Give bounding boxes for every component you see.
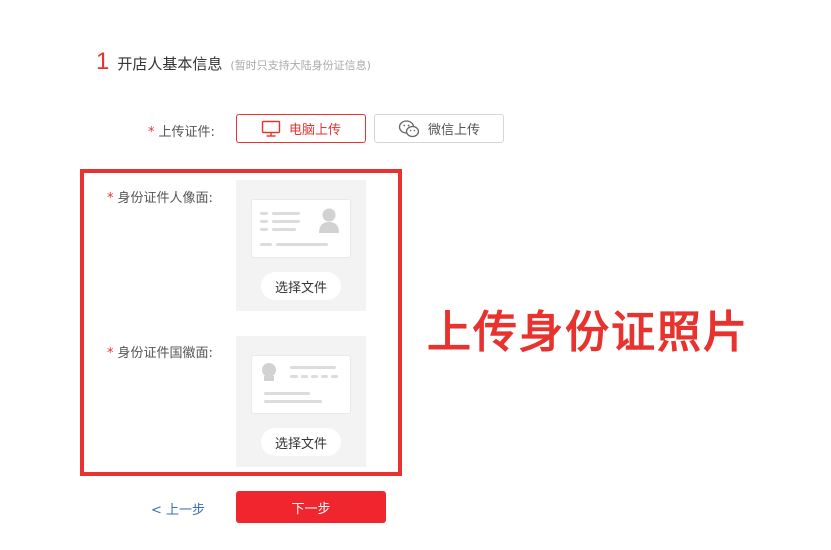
id-card-back-icon — [251, 355, 351, 414]
id-back-label-text: 身份证件国徽面: — [117, 346, 213, 361]
id-back-label: * 身份证件国徽面: — [107, 342, 213, 361]
pc-upload-button[interactable]: 电脑上传 — [236, 114, 366, 143]
pc-upload-label: 电脑上传 — [288, 123, 341, 138]
id-front-upload-panel[interactable]: 选择文件 — [236, 180, 366, 311]
section-title: 开店人基本信息 — [117, 55, 223, 73]
id-front-choose-file-button[interactable]: 选择文件 — [261, 272, 341, 300]
id-back-upload-panel[interactable]: 选择文件 — [236, 336, 366, 467]
upload-method-label-text: 上传证件: — [158, 125, 215, 140]
id-front-label: * 身份证件人像面: — [107, 187, 213, 206]
section-note: (暂时只支持大陆身份证信息) — [230, 59, 371, 72]
wechat-icon — [398, 119, 420, 139]
required-mark: * — [107, 346, 114, 361]
wechat-upload-button[interactable]: 微信上传 — [374, 114, 504, 143]
wechat-upload-label: 微信上传 — [427, 123, 480, 138]
id-card-front-icon — [251, 199, 351, 258]
monitor-icon — [261, 120, 281, 138]
required-mark: * — [107, 191, 114, 206]
next-step-button[interactable]: 下一步 — [236, 491, 386, 523]
step-number: 1 — [96, 48, 110, 75]
prev-step-link[interactable]: < 上一步 — [151, 499, 205, 518]
id-front-label-text: 身份证件人像面: — [117, 191, 213, 206]
id-back-choose-file-button[interactable]: 选择文件 — [261, 428, 341, 456]
required-mark: * — [148, 125, 155, 140]
section-header: 1 开店人基本信息 (暂时只支持大陆身份证信息) — [96, 48, 371, 76]
upload-method-label: * 上传证件: — [148, 121, 215, 140]
annotation-caption: 上传身份证照片 — [427, 307, 749, 358]
